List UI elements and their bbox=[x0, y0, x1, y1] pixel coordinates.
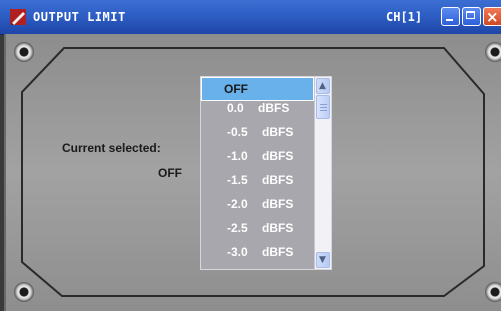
current-selected-value: OFF bbox=[158, 166, 182, 180]
limit-listbox[interactable]: OFF 0.0 dBFS -0.5 dBFS -1.0 dBFS -1.5 dB… bbox=[200, 76, 332, 270]
close-icon: × bbox=[486, 8, 499, 26]
maximize-button[interactable] bbox=[462, 7, 481, 26]
screw-icon bbox=[14, 42, 34, 62]
list-item[interactable]: -1.0 dBFS bbox=[201, 149, 314, 173]
list-item-label: OFF bbox=[224, 82, 248, 96]
list-item[interactable]: -2.0 dBFS bbox=[201, 197, 314, 221]
scroll-down-button[interactable]: ▼ bbox=[316, 252, 330, 268]
list-item-off[interactable]: OFF bbox=[201, 77, 314, 101]
maximize-icon bbox=[466, 11, 475, 19]
scroll-thumb[interactable] bbox=[316, 95, 330, 119]
screw-icon bbox=[14, 282, 34, 302]
list-item-label: -0.5 dBFS bbox=[227, 125, 294, 139]
current-selected-label: Current selected: bbox=[62, 141, 161, 155]
minimize-button[interactable] bbox=[441, 7, 460, 26]
list-item[interactable]: -2.5 dBFS bbox=[201, 221, 314, 245]
close-button[interactable]: × bbox=[483, 7, 501, 26]
vertical-scrollbar[interactable]: ▲ ▼ bbox=[314, 77, 331, 269]
list-item-label: -1.5 dBFS bbox=[227, 173, 294, 187]
chevron-up-icon: ▲ bbox=[319, 81, 326, 91]
chevron-down-icon: ▼ bbox=[319, 255, 326, 265]
list-item-label: 0.0 dBFS bbox=[227, 101, 290, 115]
scroll-up-button[interactable]: ▲ bbox=[316, 78, 330, 94]
list-item[interactable]: 0.0 dBFS bbox=[201, 101, 314, 125]
minimize-icon bbox=[446, 19, 453, 21]
list-item[interactable]: -1.5 dBFS bbox=[201, 173, 314, 197]
title-bar[interactable]: OUTPUT LIMIT CH[1] × bbox=[0, 0, 501, 35]
list-item-label: -3.0 dBFS bbox=[227, 245, 294, 259]
channel-label: CH[1] bbox=[386, 10, 423, 24]
list-item[interactable]: -3.0 dBFS bbox=[201, 245, 314, 269]
screw-icon bbox=[485, 42, 501, 62]
list-item[interactable]: -0.5 dBFS bbox=[201, 125, 314, 149]
app-icon bbox=[10, 9, 26, 25]
list-item-label: -2.0 dBFS bbox=[227, 197, 294, 211]
window-title: OUTPUT LIMIT bbox=[33, 10, 126, 24]
listbox-items: OFF 0.0 dBFS -0.5 dBFS -1.0 dBFS -1.5 dB… bbox=[201, 77, 314, 269]
list-item-label: -2.5 dBFS bbox=[227, 221, 294, 235]
screw-icon bbox=[485, 282, 501, 302]
list-item-label: -1.0 dBFS bbox=[227, 149, 294, 163]
